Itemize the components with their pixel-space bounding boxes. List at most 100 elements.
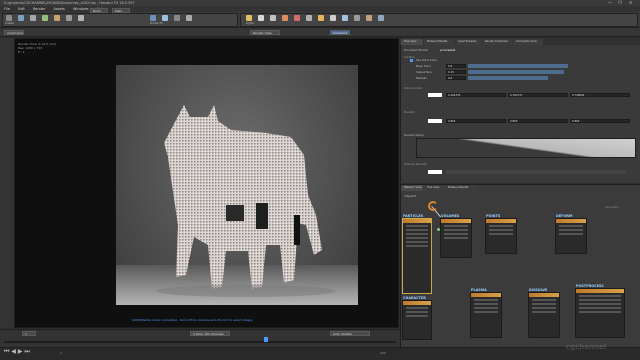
shadow-density-label[interactable]: Shadow Density: [404, 162, 427, 166]
menu-render[interactable]: Render: [33, 7, 45, 11]
end-frame[interactable]: 240: [380, 351, 386, 355]
subsurface-label: Subsurface: [416, 70, 432, 74]
network-context-label: Geometry: [605, 205, 619, 209]
node-points[interactable]: POINTS: [485, 214, 517, 254]
point-color-checkbox[interactable]: [410, 59, 413, 62]
subsurface-field[interactable]: 0.15: [446, 70, 466, 74]
start-frame[interactable]: 1: [60, 351, 62, 355]
wolf-render-icon: [156, 105, 336, 297]
tab-material-palette[interactable]: Material Palette: [424, 39, 454, 45]
shelf-null-icon[interactable]: [66, 15, 72, 21]
frame-field[interactable]: 1: [22, 331, 36, 336]
tab-render-scheduler[interactable]: Render Scheduler: [482, 39, 512, 45]
menu-edit[interactable]: Edit: [18, 7, 25, 11]
volume-b-field[interactable]: 0.726664: [570, 93, 630, 97]
shelf-camera-icon[interactable]: [354, 15, 360, 21]
shelf-light-icon[interactable]: [246, 15, 252, 21]
shelf-path-icon[interactable]: [162, 15, 168, 21]
shelf-spotlight-icon[interactable]: [258, 15, 264, 21]
left-shelf: [2, 13, 238, 27]
tab-composite-view[interactable]: Composite View: [513, 39, 543, 45]
use-point-color-label: Use Point Color: [416, 58, 438, 62]
shelf-curve-icon[interactable]: [150, 15, 156, 21]
node-type-label: Principled Shader: [404, 48, 429, 52]
shelf-gi-icon[interactable]: [342, 15, 348, 21]
node-connector[interactable]: [437, 228, 440, 231]
node-volumes[interactable]: VOLUMES: [440, 214, 472, 258]
window-title: D:/projects/CGCHANNEL/HOUDINI/volumes_v0…: [4, 1, 135, 5]
node-deform[interactable]: DEFORM: [555, 214, 587, 254]
volume-section[interactable]: Volume Color: [404, 86, 423, 90]
volume-g-field[interactable]: 0.763137: [508, 93, 568, 97]
shelf-label-lights: Lights: [246, 22, 254, 25]
render-view-tab[interactable]: Render View: [250, 30, 280, 35]
shelf-line-icon[interactable]: [78, 15, 84, 21]
shelf-geolight-icon[interactable]: [282, 15, 288, 21]
shelf-vrcamera-icon[interactable]: [366, 15, 372, 21]
shelf-skylight-icon[interactable]: [330, 15, 336, 21]
shelf-spray-icon[interactable]: [174, 15, 180, 21]
tab-asset-browser[interactable]: Asset Browser: [455, 39, 481, 45]
menu-assets[interactable]: Assets: [53, 7, 64, 11]
volume-r-field[interactable]: 0.264355: [446, 93, 506, 97]
shelf-volumelight-icon[interactable]: [294, 15, 300, 21]
density-color-swatch[interactable]: [428, 119, 442, 123]
shelf-box-icon[interactable]: [6, 15, 12, 21]
menu-file[interactable]: File: [4, 7, 10, 11]
node-character[interactable]: CHARACTER: [402, 296, 432, 340]
node-name-field[interactable]: principled1: [440, 48, 456, 52]
tab-net-material[interactable]: Material Palette: [445, 185, 475, 191]
playbar: [0, 347, 640, 360]
base-color-slider[interactable]: [468, 64, 568, 68]
watermark-text: cgchannel: [566, 343, 607, 351]
auto-update-toggle[interactable]: Auto Update: [330, 331, 370, 336]
density-b-field[interactable]: 0.865: [570, 119, 630, 123]
subsurface-slider[interactable]: [468, 70, 564, 74]
viewport-left-toolbar: [0, 38, 14, 328]
shelf-distantlight-icon[interactable]: [306, 15, 312, 21]
base-color-field[interactable]: 0.8: [446, 64, 466, 68]
viewer-toolbar: [0, 28, 640, 37]
density-section[interactable]: Density: [404, 110, 415, 114]
render-image: [116, 65, 358, 305]
shelf-arealight-icon[interactable]: [270, 15, 276, 21]
tab-network-view[interactable]: Network View: [401, 185, 423, 191]
play-controls-icon[interactable]: ⏮ ◀ ▶ ⏭: [4, 348, 30, 356]
density-g-field[interactable]: 0.865: [508, 119, 568, 123]
render-button[interactable]: Snapshot: [330, 30, 350, 35]
volume-color-swatch[interactable]: [428, 93, 442, 97]
base-color-label: Base Color: [416, 64, 432, 68]
shelf-switcher-icon[interactable]: [378, 15, 384, 21]
shelf-tube-icon[interactable]: [30, 15, 36, 21]
node-plasma[interactable]: PLASMA: [470, 288, 502, 338]
path-field[interactable]: /img/comp1: [4, 30, 24, 35]
metallic-label: Metallic: [416, 76, 427, 80]
timeline-playhead[interactable]: [264, 337, 268, 342]
shelf-sphere-icon[interactable]: [18, 15, 24, 21]
houdini-window: D:/projects/CGCHANNEL/HOUDINI/volumes_v0…: [0, 0, 640, 360]
node-postprocess[interactable]: POSTPROCESS: [575, 284, 625, 338]
keys-label: 0 keys, 0/0 channels: [190, 331, 230, 336]
shelf-torus-icon[interactable]: [42, 15, 48, 21]
shelf-label-create: Create: [5, 22, 14, 25]
node-dissolve[interactable]: DISSOLVE: [528, 288, 560, 338]
shelf-label-terrain: Terrain FX: [150, 22, 163, 25]
shelf-grid-icon[interactable]: [54, 15, 60, 21]
shelf-environment-icon[interactable]: [318, 15, 324, 21]
node-particles[interactable]: PARTICLES: [402, 214, 432, 294]
timeline-track[interactable]: [4, 341, 396, 343]
network-path[interactable]: /obj/wolf: [404, 194, 416, 198]
metallic-slider[interactable]: [468, 76, 548, 80]
tab-tree-view[interactable]: Tree View: [401, 39, 423, 45]
metallic-field[interactable]: 0.0: [446, 76, 466, 80]
cursor-ring-icon: [428, 201, 438, 211]
shadow-color-swatch[interactable]: [428, 170, 442, 174]
density-r-field[interactable]: 0.865: [446, 119, 506, 123]
shadow-slider[interactable]: [446, 170, 626, 174]
ramp-label: Density Ramp: [404, 133, 424, 137]
density-ramp[interactable]: [416, 138, 636, 158]
render-info-line-3: Fr: 1: [18, 50, 25, 54]
menu-windows[interactable]: Windows: [73, 7, 89, 11]
tab-net-tree-view[interactable]: Tree View: [424, 185, 444, 191]
shelf-sculpt-icon[interactable]: [186, 15, 192, 21]
